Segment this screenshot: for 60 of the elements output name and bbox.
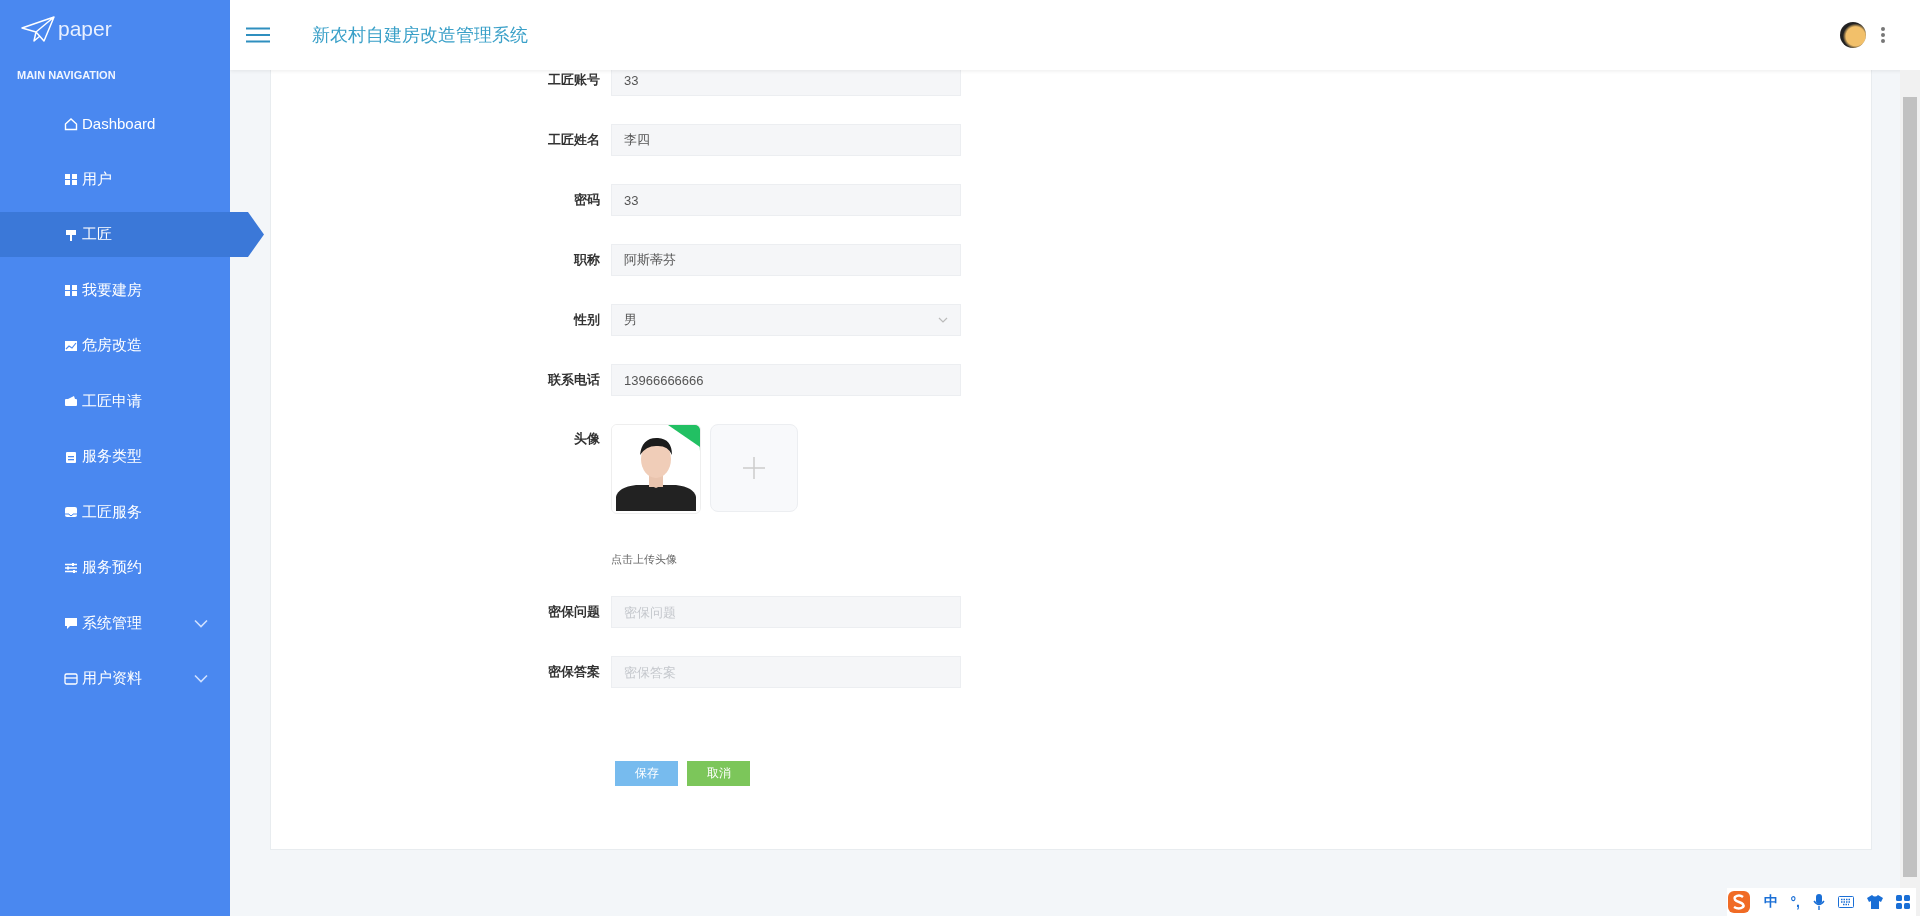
keyboard-icon bbox=[1838, 896, 1854, 908]
chart-icon bbox=[64, 338, 78, 353]
upload-button[interactable] bbox=[710, 424, 798, 512]
field-label: 联系电话 bbox=[547, 371, 601, 389]
more-icon bbox=[1880, 27, 1886, 43]
input-field[interactable]: 13966666666 bbox=[611, 364, 961, 396]
select-field[interactable]: 男 bbox=[611, 304, 961, 336]
paint-roller-icon bbox=[64, 227, 78, 242]
chat-icon bbox=[64, 616, 78, 631]
nav-item[interactable]: Dashboard bbox=[0, 96, 230, 152]
menu-icon bbox=[246, 27, 270, 43]
nav-item[interactable]: 工匠服务 bbox=[0, 484, 230, 540]
scrollbar[interactable] bbox=[1900, 70, 1920, 916]
input-field[interactable]: 33 bbox=[611, 70, 961, 96]
input-field[interactable]: 阿斯蒂芬 bbox=[611, 244, 961, 276]
nav-item[interactable]: 系统管理 bbox=[0, 595, 230, 651]
input-mode[interactable]: 中 bbox=[1763, 893, 1778, 911]
nav-item[interactable]: 服务预约 bbox=[0, 540, 230, 596]
nav-item[interactable]: 我要建房 bbox=[0, 262, 230, 318]
input-field[interactable]: 33 bbox=[611, 184, 961, 216]
app-title: 新农村自建房改造管理系统 bbox=[312, 24, 528, 47]
nav-item[interactable]: 工匠申请 bbox=[0, 373, 230, 429]
field-label: 密保问题 bbox=[547, 603, 601, 621]
microphone-icon bbox=[1813, 894, 1825, 910]
nav-item[interactable]: 工匠 bbox=[0, 212, 264, 257]
field-label: 头像 bbox=[573, 430, 601, 448]
shirt-icon bbox=[1867, 895, 1883, 909]
field-label: 性别 bbox=[572, 311, 601, 329]
nav-item[interactable]: 危房改造 bbox=[0, 318, 230, 374]
home-icon bbox=[64, 116, 78, 131]
punctuation-mode[interactable]: °, bbox=[1790, 894, 1800, 910]
section-heading: MAIN NAVIGATION bbox=[16, 68, 117, 83]
field-label: 职称 bbox=[573, 251, 601, 269]
sliders-icon bbox=[64, 560, 78, 575]
field-label: 工匠账号 bbox=[547, 71, 601, 89]
upload-hint: 点击上传头像 bbox=[611, 552, 678, 567]
user-avatar[interactable] bbox=[1840, 22, 1866, 48]
wallet-icon bbox=[64, 394, 78, 409]
field-label: 密码 bbox=[573, 191, 601, 209]
nav-item[interactable]: 用户 bbox=[0, 151, 230, 207]
chevron-down-icon bbox=[194, 674, 208, 684]
plus-icon bbox=[743, 457, 765, 479]
grid-icon bbox=[64, 172, 78, 187]
apps-icon bbox=[1896, 895, 1910, 909]
chevron-down-icon bbox=[938, 317, 948, 323]
nav-item[interactable]: 用户资料 bbox=[0, 651, 230, 707]
id-card-icon bbox=[64, 671, 78, 686]
nav-item[interactable]: 服务类型 bbox=[0, 429, 230, 485]
chevron-down-icon bbox=[194, 618, 208, 628]
field-label: 工匠姓名 bbox=[547, 131, 601, 149]
tray-icon bbox=[64, 505, 78, 520]
clipboard-icon bbox=[64, 449, 78, 464]
logo-text: paper bbox=[58, 17, 112, 41]
field-label: 密保答案 bbox=[547, 663, 601, 681]
cancel-button[interactable]: 取消 bbox=[687, 761, 750, 786]
save-button[interactable]: 保存 bbox=[615, 761, 678, 786]
paper-plane-icon bbox=[20, 15, 56, 43]
grid-icon bbox=[64, 283, 78, 298]
scrollbar-thumb[interactable] bbox=[1903, 97, 1917, 877]
input-field[interactable]: 李四 bbox=[611, 124, 961, 156]
